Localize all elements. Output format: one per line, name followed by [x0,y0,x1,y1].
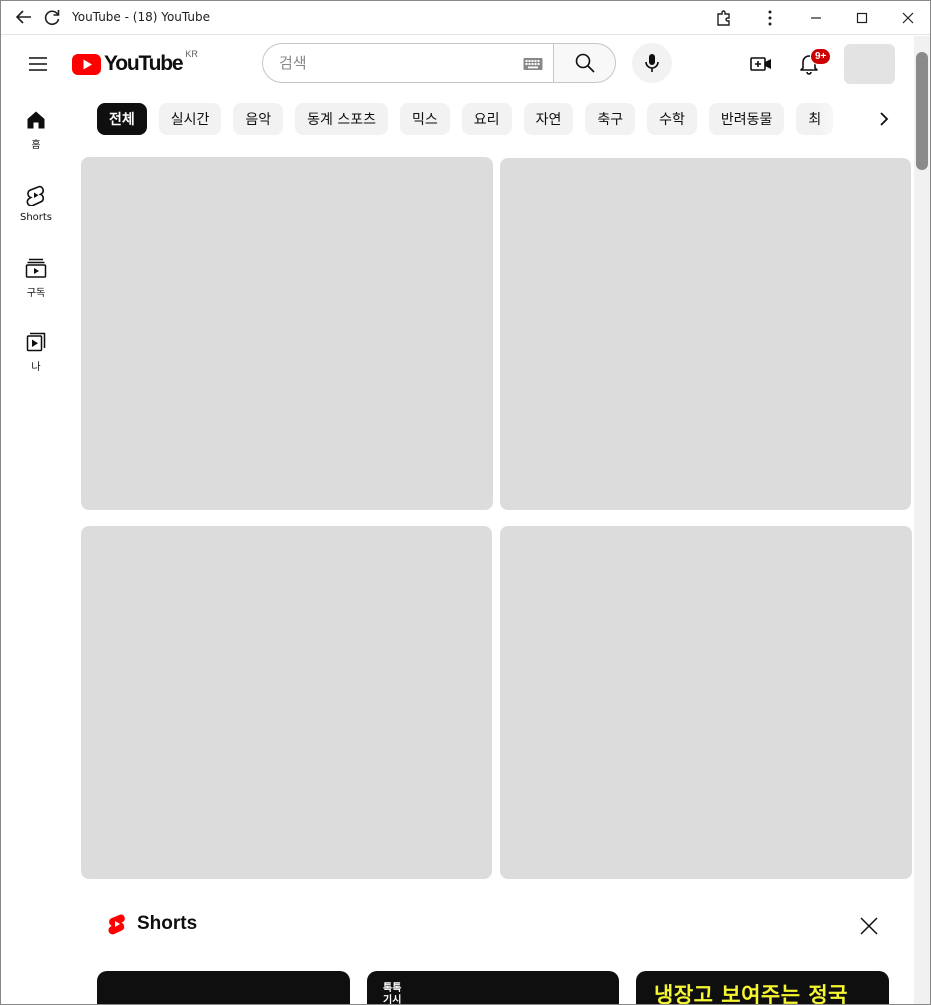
search-button[interactable] [553,43,616,83]
chip-bar-next-button[interactable] [868,103,900,135]
close-icon [860,917,878,935]
video-card-placeholder[interactable] [81,157,493,510]
puzzle-icon [717,9,730,26]
guide-item-you[interactable]: 나 [0,314,72,388]
chip-all[interactable]: 전체 [97,103,147,135]
shorts-title: Shorts [137,913,198,934]
short-thumbnail[interactable]: 냉장고 보여주는 정국 [636,971,889,1005]
guide-label: 구독 [26,288,46,299]
search-icon [575,53,595,73]
guide-label: 홈 [31,140,41,151]
window-titlebar: YouTube - (18) YouTube [0,0,931,35]
create-button[interactable] [741,44,781,84]
back-button[interactable] [10,0,38,35]
chip-bar: 전체 실시간 음악 동계 스포츠 믹스 요리 자연 축구 수학 반려동물 최 [97,103,847,135]
region-code: KR [185,49,198,59]
chip-music[interactable]: 음악 [233,103,284,135]
short-thumbnail[interactable]: 톡톡 기시 [367,971,619,1005]
mini-guide: 홈 Shorts 구독 나 [0,92,72,388]
minimize-button[interactable] [793,0,839,35]
guide-item-subscriptions[interactable]: 구독 [0,240,72,314]
masthead: YouTube KR 9+ [0,36,914,92]
hamburger-icon [29,57,47,71]
subscriptions-icon [25,258,47,278]
chevron-right-icon [880,112,889,126]
guide-menu-button[interactable] [18,48,58,80]
more-vert-icon [768,10,772,25]
avatar[interactable] [844,44,895,84]
video-card-placeholder[interactable] [500,158,911,510]
chip-soccer[interactable]: 축구 [585,103,636,135]
short-thumbnail-text: 톡톡 기시 [383,983,402,1005]
more-menu-button[interactable] [747,0,793,35]
chip-math[interactable]: 수학 [647,103,697,135]
chip-mixes[interactable]: 믹스 [400,103,450,135]
window-title: YouTube - (18) YouTube [72,10,210,24]
home-icon [27,111,45,129]
video-add-icon [750,57,771,71]
guide-item-home[interactable]: 홈 [0,92,72,166]
youtube-logo[interactable]: YouTube KR [72,49,198,78]
back-arrow-icon [15,10,31,24]
shorts-dismiss-button[interactable] [853,910,885,942]
you-icon [26,332,46,352]
close-icon [902,12,914,23]
shorts-logo-icon [108,914,125,935]
close-window-button[interactable] [885,0,931,35]
reload-icon [44,10,60,26]
short-thumbnail[interactable] [97,971,350,1005]
minimize-icon [811,16,821,19]
chip-pets[interactable]: 반려동물 [708,103,785,135]
notification-badge: 9+ [810,48,832,65]
short-thumbnail-text: 냉장고 보여주는 정국 [654,983,849,1005]
chip-winter-sports[interactable]: 동계 스포츠 [295,103,389,135]
shorts-icon [26,185,45,206]
guide-label: 나 [31,362,41,373]
page-scrollbar[interactable] [914,36,930,1004]
guide-label: Shorts [19,212,53,223]
microphone-icon [645,54,659,72]
reload-button[interactable] [38,0,66,35]
maximize-button[interactable] [839,0,885,35]
chip-nature[interactable]: 자연 [523,103,574,135]
video-card-placeholder[interactable] [81,526,492,879]
scrollbar-thumb[interactable] [916,52,928,170]
guide-item-shorts[interactable]: Shorts [0,166,72,240]
logo-wordmark: YouTube [104,52,184,75]
maximize-icon [856,12,868,23]
shorts-shelf-header: Shorts [107,912,197,936]
keyboard-icon[interactable] [523,56,543,75]
voice-search-button[interactable] [632,43,672,83]
youtube-play-icon [72,53,101,75]
video-card-placeholder[interactable] [500,526,912,879]
chip-cooking[interactable]: 요리 [461,103,512,135]
search-box [262,43,553,83]
extensions-button[interactable] [701,0,747,35]
chip-live[interactable]: 실시간 [158,103,222,135]
search-input[interactable] [279,54,509,72]
chip-bar-fade [818,98,858,140]
